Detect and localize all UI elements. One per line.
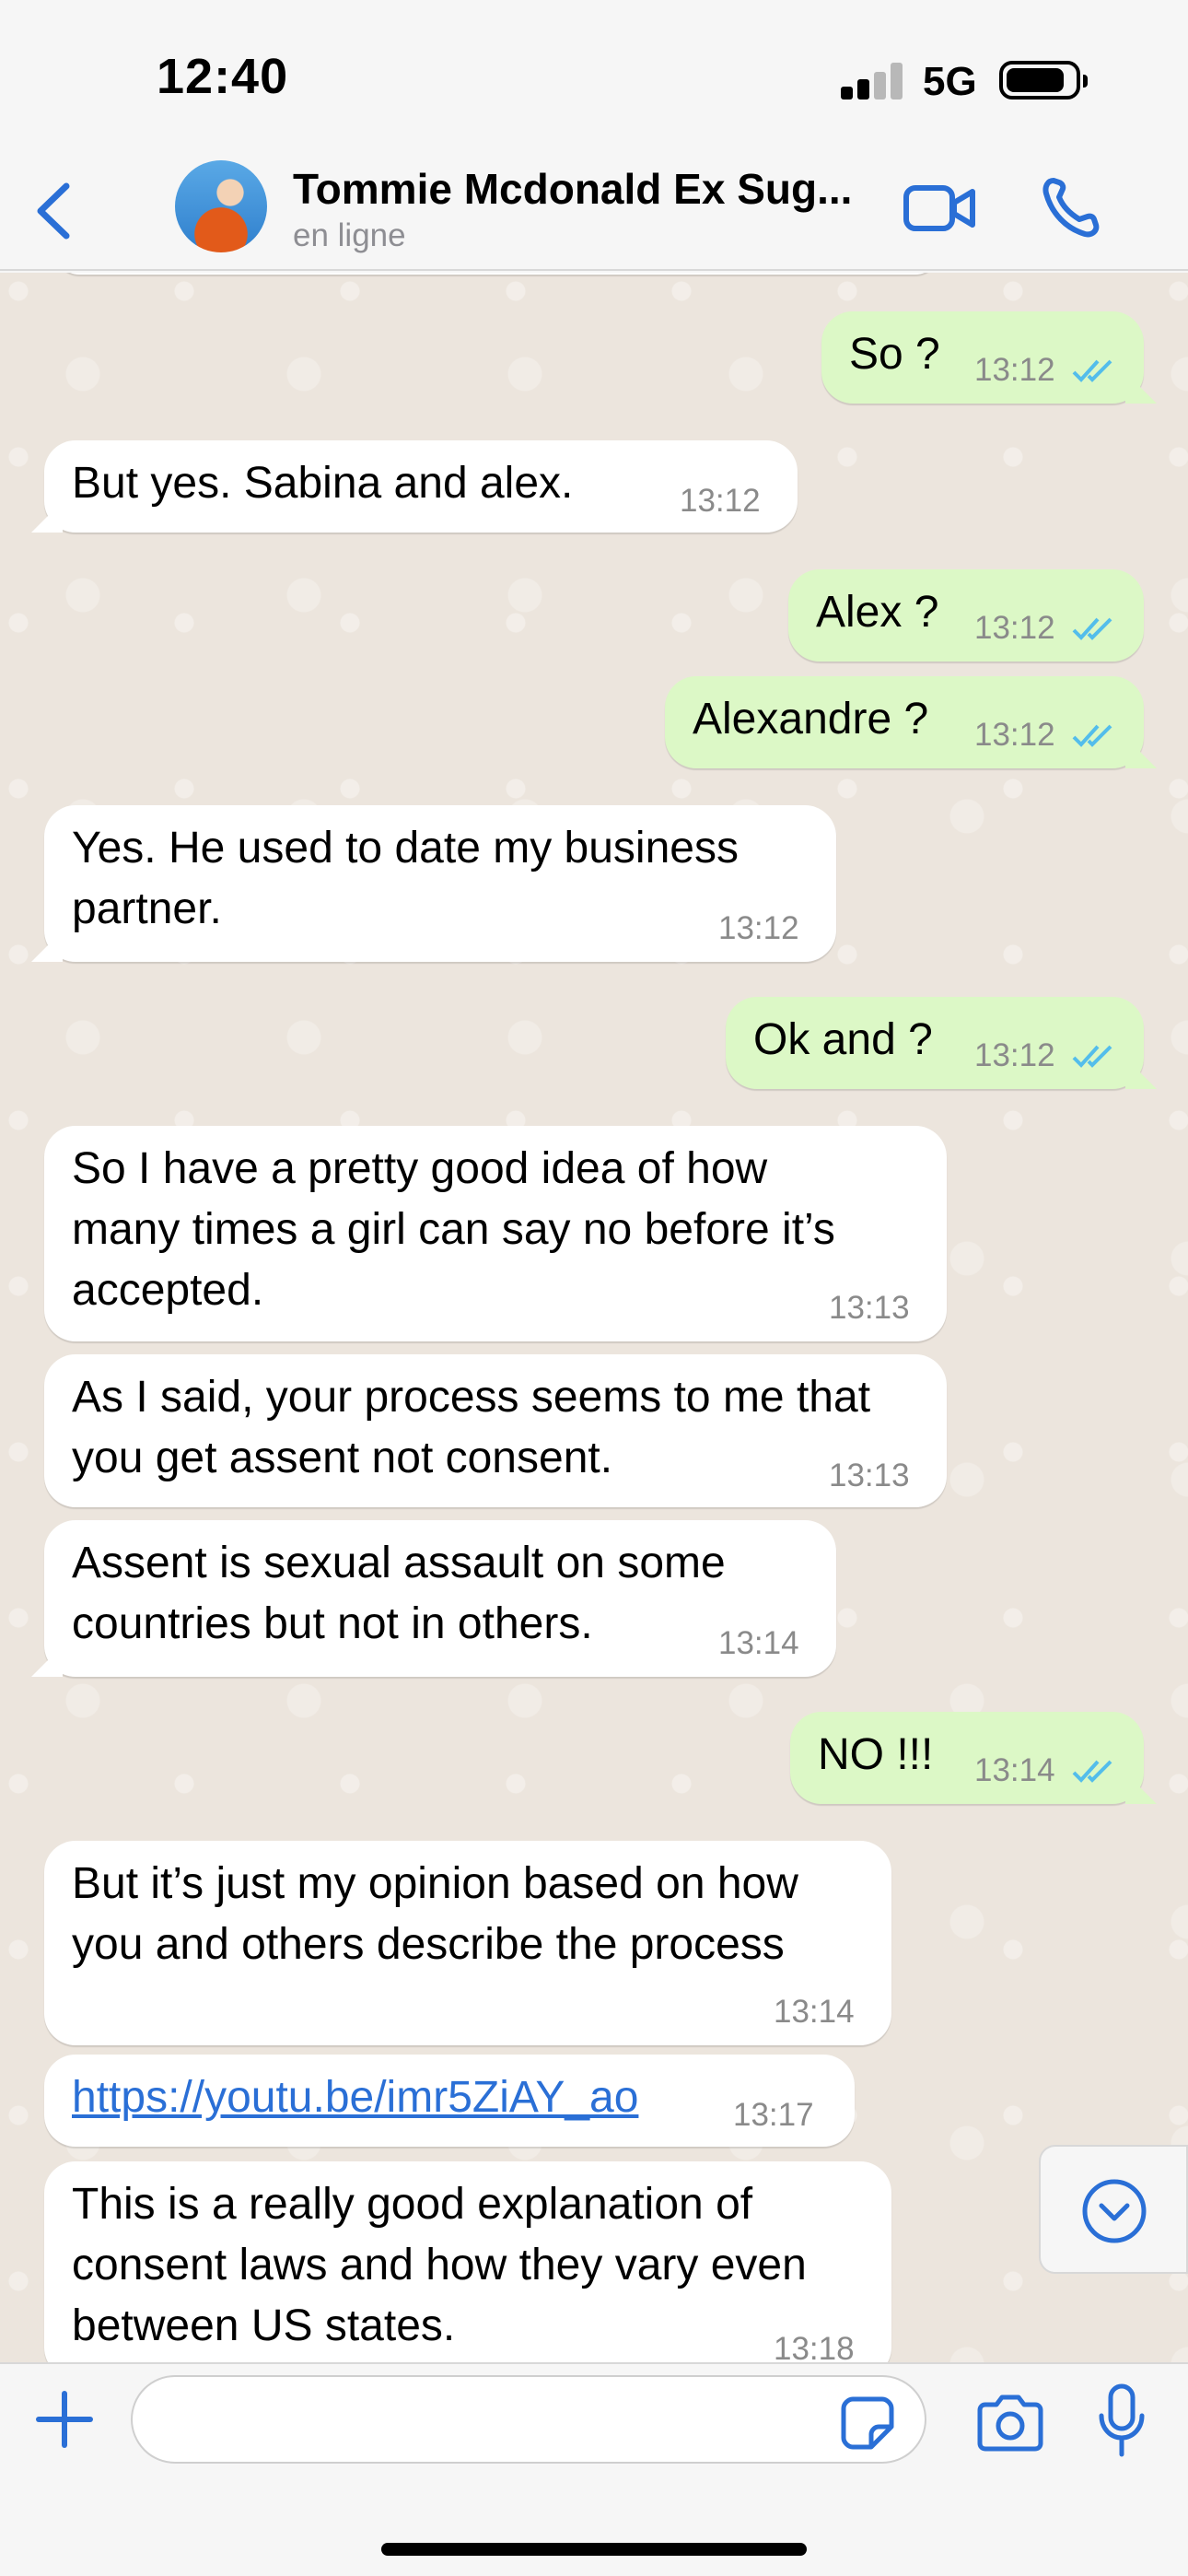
message-line: you and others describe the process (72, 1920, 785, 1969)
message-text: But yes. Sabina and alex. (72, 459, 574, 508)
message-bubble-incoming[interactable]: This is a really good explanation of con… (44, 2161, 891, 2362)
video-call-button[interactable] (903, 181, 976, 236)
message-bubble-outgoing[interactable]: Alexandre ? 13:12 (665, 676, 1144, 768)
sticker-icon (841, 2396, 894, 2450)
message-time: 13:14 (974, 1752, 1055, 1788)
message-line: But it’s just my opinion based on how (72, 1859, 798, 1908)
signal-icon (841, 63, 905, 100)
message-time: 13:17 (733, 2097, 814, 2133)
video-camera-icon (903, 185, 975, 231)
message-line: As I said, your process seems to me that (72, 1373, 871, 1422)
phone-icon (1042, 178, 1100, 238)
read-receipt-icon (1072, 1760, 1112, 1783)
message-line: countries but not in others. (72, 1599, 593, 1648)
status-time: 12:40 (157, 49, 289, 104)
read-receipt-icon (1072, 1045, 1112, 1068)
message-time: 13:14 (718, 1625, 799, 1661)
message-text: But it’s just my opinion based on how yo… (72, 1854, 798, 1975)
message-bubble-incoming[interactable]: So I have a pretty good idea of how many… (44, 1126, 947, 1341)
network-label: 5G (923, 59, 977, 104)
message-text: Yes. He used to date my business partner… (72, 818, 739, 940)
message-input[interactable] (131, 2375, 926, 2464)
message-text: As I said, your process seems to me that… (72, 1367, 870, 1489)
message-bubble-incoming[interactable]: As I said, your process seems to me that… (44, 1354, 947, 1507)
camera-button[interactable] (976, 2392, 1044, 2453)
message-time: 13:18 (774, 2331, 855, 2362)
message-text: NO !!! (818, 1730, 934, 1779)
message-bubble-incoming[interactable]: Yes. He used to date my business partner… (44, 805, 836, 962)
message-bubble-outgoing[interactable]: Alex ? 13:12 (788, 569, 1144, 662)
message-line: you get assent not consent. (72, 1434, 613, 1482)
message-time: 13:12 (974, 1037, 1055, 1073)
message-bubble-incoming[interactable]: But yes. Sabina and alex. 13:12 (44, 440, 798, 533)
message-time: 13:12 (974, 610, 1055, 646)
message-line: consent laws and how they vary even (72, 2241, 807, 2289)
message-text: So I have a pretty good idea of how many… (72, 1139, 835, 1321)
avatar[interactable] (175, 160, 267, 252)
contact-status: en ligne (293, 217, 406, 253)
read-receipt-icon (1072, 617, 1112, 640)
battery-icon (999, 61, 1088, 100)
message-line: accepted. (72, 1266, 264, 1315)
back-button[interactable] (28, 179, 83, 243)
message-bubble-outgoing[interactable]: Ok and ? 13:12 (726, 997, 1144, 1089)
contact-name[interactable]: Tommie Mcdonald Ex Sug... (293, 164, 882, 214)
message-line: Yes. He used to date my business (72, 824, 739, 872)
chevron-down-circle-icon (1082, 2179, 1147, 2243)
message-text: Alexandre ? (693, 695, 929, 744)
scroll-to-bottom-button[interactable] (1039, 2145, 1188, 2274)
read-receipt-icon (1072, 724, 1112, 747)
input-bar (0, 2362, 1188, 2576)
message-line: between US states. (72, 2301, 456, 2350)
message-line: This is a really good explanation of (72, 2180, 753, 2229)
message-time: 13:12 (718, 910, 799, 946)
message-bubble-incoming[interactable]: https://youtu.be/imr5ZiAY_ao 13:17 (44, 2055, 855, 2147)
message-line: So I have a pretty good idea of how (72, 1144, 768, 1193)
message-list[interactable]: So ? 13:12 But yes. Sabina and alex. 13:… (0, 273, 1188, 2362)
home-indicator[interactable] (381, 2543, 807, 2556)
message-time: 13:14 (774, 1994, 855, 2030)
message-text: So ? (849, 330, 940, 379)
voice-call-button[interactable] (1041, 175, 1101, 240)
attach-button[interactable] (35, 2390, 94, 2449)
message-time: 13:12 (680, 483, 761, 519)
message-text: Assent is sexual assault on some countri… (72, 1533, 726, 1655)
message-line: many times a girl can say no before it’s (72, 1205, 835, 1254)
plus-icon (36, 2391, 93, 2448)
status-bar: 12:40 5G (0, 0, 1188, 147)
message-bubble-outgoing[interactable]: So ? 13:12 (821, 311, 1144, 404)
message-line: partner. (72, 884, 222, 933)
camera-icon (977, 2395, 1043, 2452)
message-time: 13:13 (829, 1458, 910, 1493)
microphone-button[interactable] (1096, 2383, 1147, 2460)
read-receipt-icon (1072, 359, 1112, 382)
message-link[interactable]: https://youtu.be/imr5ZiAY_ao (72, 2067, 638, 2128)
chat-header: Tommie Mcdonald Ex Sug... en ligne (0, 147, 1188, 271)
message-bubble-outgoing[interactable]: NO !!! 13:14 (790, 1712, 1144, 1804)
microphone-icon (1099, 2383, 1145, 2457)
chevron-left-icon (37, 182, 70, 240)
message-text: This is a really good explanation of con… (72, 2174, 807, 2357)
message-line: Assent is sexual assault on some (72, 1539, 726, 1587)
message-text: Ok and ? (753, 1015, 933, 1064)
sticker-button[interactable] (840, 2395, 895, 2451)
message-bubble-partial (55, 273, 939, 275)
message-bubble-incoming[interactable]: But it’s just my opinion based on how yo… (44, 1841, 891, 2045)
message-time: 13:12 (974, 352, 1055, 388)
message-bubble-incoming[interactable]: Assent is sexual assault on some countri… (44, 1520, 836, 1677)
message-time: 13:13 (829, 1290, 910, 1326)
message-text: Alex ? (816, 588, 939, 637)
message-time: 13:12 (974, 717, 1055, 753)
